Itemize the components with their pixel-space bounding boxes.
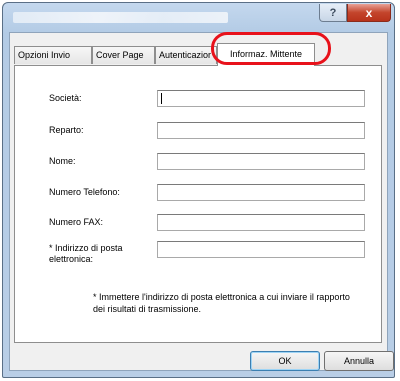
dialog-content: Opzioni Invio Cover Page Autenticazior I…: [9, 32, 394, 371]
title-bar[interactable]: ? x: [3, 3, 394, 33]
help-button[interactable]: ?: [319, 4, 347, 22]
indirizzo-email-field[interactable]: [157, 241, 365, 258]
tab-informaz-mittente[interactable]: Informaz. Mittente: [217, 43, 315, 66]
help-icon: ?: [329, 6, 337, 19]
email-note: * Immettere l'indirizzo di posta elettro…: [93, 292, 350, 314]
tab-cover-page[interactable]: Cover Page: [92, 46, 155, 64]
tab-panel-informaz-mittente: Società: Reparto: Nome: Numero Telefono:…: [14, 65, 382, 343]
reparto-field[interactable]: [157, 122, 365, 139]
numero-telefono-field[interactable]: [157, 184, 365, 201]
close-button[interactable]: x: [347, 4, 391, 22]
societa-label: Società:: [49, 93, 82, 103]
ok-button[interactable]: OK: [250, 351, 320, 371]
numero-fax-label: Numero FAX:: [49, 217, 104, 227]
text-caret: [161, 93, 162, 104]
indirizzo-email-label: * Indirizzo di posta elettronica:: [49, 243, 123, 264]
cancel-button[interactable]: Annulla: [324, 351, 394, 371]
reparto-label: Reparto:: [49, 125, 84, 135]
nome-field[interactable]: [157, 153, 365, 170]
tab-autenticazione[interactable]: Autenticazior: [155, 46, 217, 64]
window-title-blurred: [13, 12, 228, 23]
tab-opzioni-invio[interactable]: Opzioni Invio: [14, 46, 92, 64]
tab-strip: Opzioni Invio Cover Page Autenticazior I…: [14, 43, 384, 66]
numero-fax-field[interactable]: [157, 214, 365, 231]
numero-telefono-label: Numero Telefono:: [49, 187, 120, 197]
societa-field[interactable]: [157, 90, 365, 107]
dialog-window: ? x Opzioni Invio Cover Page Autenticazi…: [2, 2, 395, 378]
close-icon: x: [365, 5, 373, 20]
nome-label: Nome:: [49, 156, 76, 166]
